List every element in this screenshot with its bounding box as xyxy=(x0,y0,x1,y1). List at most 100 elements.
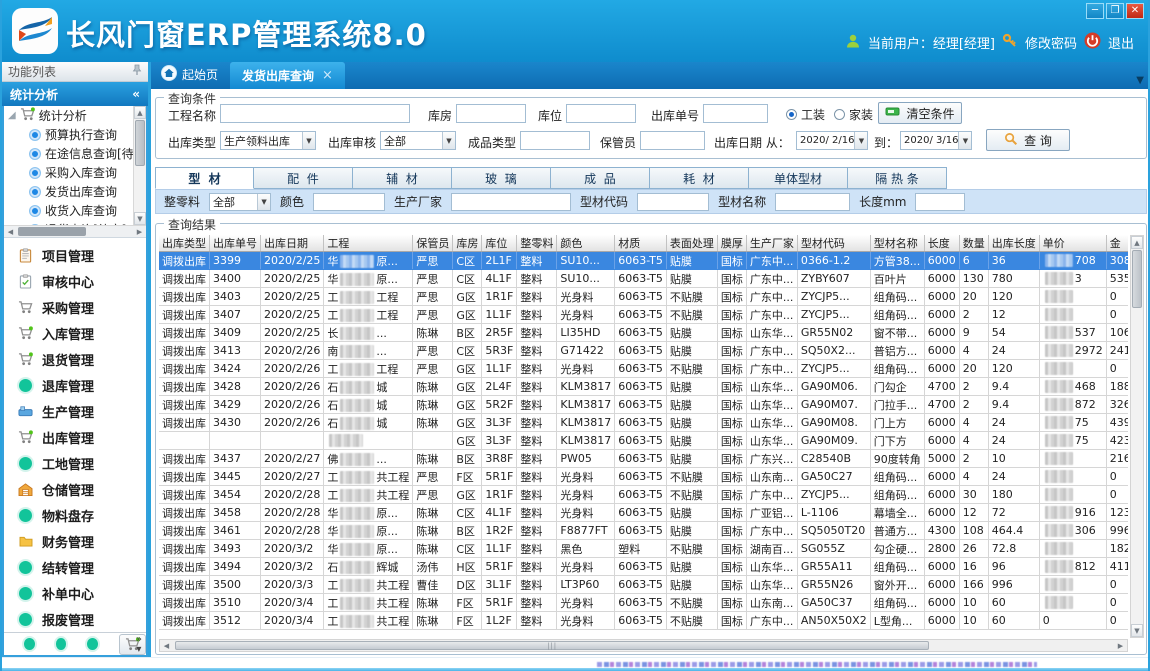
tab-home[interactable]: 起始页 xyxy=(151,65,230,89)
factory-input[interactable] xyxy=(451,193,571,211)
sidebar-item-5[interactable]: 退库管理 xyxy=(4,372,146,398)
column-header[interactable]: 长度 xyxy=(924,235,959,252)
chevron-down-icon[interactable]: ▼ xyxy=(302,132,315,149)
material-tab-6[interactable]: 单体型材 xyxy=(749,167,848,189)
table-row[interactable]: 调拨出库34542020/2/28工共工程严思G区1R1F整料光身料6063-T… xyxy=(159,486,1128,504)
nav-dot-icon[interactable] xyxy=(87,638,98,650)
column-header[interactable]: 金 xyxy=(1106,235,1128,252)
sidebar-item-9[interactable]: 仓储管理 xyxy=(4,476,146,502)
length-input[interactable] xyxy=(915,193,965,211)
column-header[interactable]: 材质 xyxy=(615,235,667,252)
column-header[interactable]: 保管员 xyxy=(413,235,453,252)
material-tab-1[interactable]: 配 件 xyxy=(254,167,353,189)
table-row[interactable]: 调拨出库34582020/2/28华原...陈琳C区4L1F整料光身料6063-… xyxy=(159,504,1128,522)
chevron-down-icon[interactable]: ▼ xyxy=(958,132,971,149)
sidebar-item-12[interactable]: 结转管理 xyxy=(4,554,146,580)
table-row[interactable]: 调拨出库34242020/2/26工工程严思G区1L1F整料光身料6063-T5… xyxy=(159,360,1128,378)
column-header[interactable]: 库位 xyxy=(482,235,517,252)
sidebar-item-0[interactable]: 项目管理 xyxy=(4,242,146,268)
nav-dot-icon[interactable] xyxy=(24,638,35,650)
radio-home[interactable]: 家装 xyxy=(834,106,873,123)
column-header[interactable]: 工程 xyxy=(324,235,413,252)
table-row[interactable]: 调拨出库34942020/3/2石辉城汤伟H区5R1F整料光身料6063-T5贴… xyxy=(159,558,1128,576)
color-input[interactable] xyxy=(313,193,385,211)
warehouse-input[interactable] xyxy=(456,104,526,123)
search-button[interactable]: 查 询 xyxy=(986,129,1070,151)
scroll-up-icon[interactable]: ▲ xyxy=(1131,236,1143,249)
chevron-down-icon[interactable]: ▼ xyxy=(442,132,455,149)
table-row[interactable]: 调拨出库34292020/2/26石城陈琳G区5R2F整料KLM38176063… xyxy=(159,396,1128,414)
tree-horizontal-scrollbar[interactable]: ◀ ▶ xyxy=(4,225,146,237)
section-header[interactable]: 统计分析 « xyxy=(2,82,148,106)
profile-code-input[interactable] xyxy=(637,193,709,211)
date-to-select[interactable]: 2020/ 3/16▼ xyxy=(900,131,972,150)
sidebar-item-7[interactable]: 出库管理 xyxy=(4,424,146,450)
scroll-down-icon[interactable]: ▼ xyxy=(134,212,146,225)
grid-vertical-scrollbar[interactable]: ▲ ▼ xyxy=(1130,235,1144,638)
sidebar-item-2[interactable]: 采购管理 xyxy=(4,294,146,320)
sidebar-item-11[interactable]: 财务管理 xyxy=(4,528,146,554)
sidebar-item-1[interactable]: 审核中心 xyxy=(4,268,146,294)
order-no-input[interactable] xyxy=(703,104,768,123)
product-type-input[interactable] xyxy=(520,131,590,150)
column-header[interactable]: 出库类型 xyxy=(159,235,210,252)
maximize-button[interactable]: ❐ xyxy=(1106,3,1124,19)
sidebar-item-13[interactable]: 补单中心 xyxy=(4,580,146,606)
tab-list-dropdown-icon[interactable]: ▼ xyxy=(1136,75,1144,86)
whole-part-select[interactable]: 全部▼ xyxy=(209,193,271,211)
material-tab-4[interactable]: 成 品 xyxy=(551,167,650,189)
radio-industrial[interactable]: 工装 xyxy=(786,106,825,123)
keeper-input[interactable] xyxy=(640,131,705,150)
sidebar-item-8[interactable]: 工地管理 xyxy=(4,450,146,476)
tree-item-3[interactable]: 发货出库查询 xyxy=(4,182,133,201)
scrollbar-thumb[interactable]: ||| xyxy=(175,641,929,650)
material-tab-0[interactable]: 型 材 xyxy=(155,167,254,189)
chevron-down-icon[interactable]: ▼ xyxy=(257,194,270,210)
scroll-left-icon[interactable]: ◀ xyxy=(160,640,173,651)
sidebar-item-6[interactable]: 生产管理 xyxy=(4,398,146,424)
project-name-input[interactable] xyxy=(220,104,410,123)
minimize-button[interactable]: ─ xyxy=(1086,3,1104,19)
chevron-down-icon[interactable]: ▼ xyxy=(854,132,867,149)
tree-item-4[interactable]: 收货入库查询 xyxy=(4,201,133,220)
column-header[interactable]: 库房 xyxy=(453,235,482,252)
column-header[interactable]: 型材名称 xyxy=(870,235,924,252)
tree-vertical-scrollbar[interactable]: ▲ ▼ xyxy=(133,106,146,225)
tab-shipping-outbound-query[interactable]: 发货出库查询 × xyxy=(230,62,345,89)
sidebar-item-3[interactable]: 入库管理 xyxy=(4,320,146,346)
column-header[interactable]: 颜色 xyxy=(557,235,615,252)
nav-dot-icon[interactable] xyxy=(56,638,67,650)
material-tab-2[interactable]: 辅 材 xyxy=(353,167,452,189)
scroll-right-icon[interactable]: ▶ xyxy=(133,226,146,237)
scrollbar-thumb[interactable] xyxy=(18,227,86,236)
collapse-icon[interactable]: « xyxy=(132,87,140,101)
clear-conditions-button[interactable]: 清空条件 xyxy=(878,102,962,124)
table-row[interactable]: 调拨出库34302020/2/26石城陈琳G区3L3F整料KLM38176063… xyxy=(159,414,1128,432)
tree-expander-icon[interactable]: ◢ xyxy=(8,110,16,121)
tree-item-0[interactable]: 预算执行查询 xyxy=(4,125,133,144)
table-row[interactable]: 调拨出库34002020/2/25华原...严思C区4L1F整料SU10...6… xyxy=(159,270,1128,288)
table-row[interactable]: 调拨出库34932020/3/2华原...陈琳C区1L1F整料黑色塑料不贴膜国标… xyxy=(159,540,1128,558)
location-input[interactable] xyxy=(566,104,636,123)
column-header[interactable]: 数量 xyxy=(959,235,988,252)
column-header[interactable]: 出库长度 xyxy=(988,235,1039,252)
column-header[interactable]: 出库日期 xyxy=(261,235,324,252)
table-row[interactable]: 调拨出库34092020/2/25长...陈琳B区2R5F整料LI35HD606… xyxy=(159,324,1128,342)
column-header[interactable]: 整零料 xyxy=(517,235,557,252)
close-tab-icon[interactable]: × xyxy=(322,68,333,83)
tree-item-2[interactable]: 采购入库查询 xyxy=(4,163,133,182)
close-button[interactable]: ✕ xyxy=(1126,3,1144,19)
table-row[interactable]: 调拨出库34612020/2/28华原...陈琳B区1R2F整料F8877FT6… xyxy=(159,522,1128,540)
table-row[interactable]: G区3L3F整料KLM38176063-T5贴膜国标山东华...GA90M09.… xyxy=(159,432,1128,450)
column-header[interactable]: 生产厂家 xyxy=(746,235,797,252)
column-header[interactable]: 膜厚 xyxy=(717,235,746,252)
scrollbar-thumb[interactable] xyxy=(1132,250,1142,308)
profile-name-input[interactable] xyxy=(775,193,850,211)
material-tab-7[interactable]: 隔 热 条 xyxy=(848,167,947,189)
table-row[interactable]: 调拨出库34072020/2/25工工程严思G区1L1F整料光身料6063-T5… xyxy=(159,306,1128,324)
table-row[interactable]: 调拨出库34452020/2/27工共工程严思F区5R1F整料光身料6063-T… xyxy=(159,468,1128,486)
sidebar-item-10[interactable]: 物料盘存 xyxy=(4,502,146,528)
column-header[interactable]: 单价 xyxy=(1039,235,1106,252)
grid-horizontal-scrollbar[interactable]: ◀ ||| ▶ xyxy=(159,639,1128,652)
column-header[interactable]: 型材代码 xyxy=(797,235,870,252)
